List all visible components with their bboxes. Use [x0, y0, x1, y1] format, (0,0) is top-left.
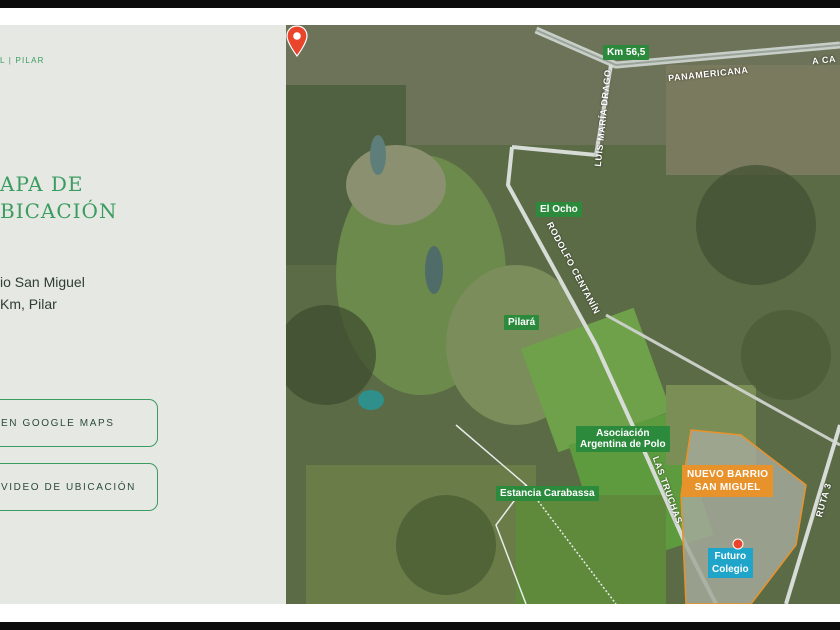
- address: io San Miguel Km, Pilar: [0, 271, 85, 315]
- colegio-marker-icon: [732, 538, 744, 550]
- label-asociacion-line-1: Asociación: [596, 428, 650, 439]
- location-pin-icon[interactable]: [286, 25, 308, 57]
- label-pilara: Pilará: [504, 315, 540, 330]
- page-title-line-1: APA DE: [0, 172, 84, 196]
- info-panel: L | PILAR APA DE BICACIÓN io San Miguel …: [0, 25, 286, 604]
- address-line-2: Km, Pilar: [0, 296, 57, 312]
- label-nuevo-barrio: NUEVO BARRIO SAN MIGUEL: [682, 465, 774, 497]
- label-km: Km 56,5: [603, 45, 650, 60]
- map-imagery: [286, 25, 840, 604]
- google-maps-button-label: EN GOOGLE MAPS: [1, 417, 115, 429]
- label-el-ocho: El Ocho: [536, 202, 582, 217]
- label-futuro-colegio: Futuro Colegio: [708, 548, 753, 578]
- location-video-button-label: VIDEO DE UBICACIÓN: [1, 481, 136, 493]
- page-title: APA DE BICACIÓN: [0, 171, 117, 225]
- label-barrio-line-2: SAN MIGUEL: [694, 482, 761, 493]
- aerial-map[interactable]: Km 56,5 PANAMERICANA A CA LUIS MARÍA DRA…: [286, 25, 840, 604]
- bottom-band: [0, 604, 840, 622]
- breadcrumb: L | PILAR: [0, 56, 45, 65]
- label-asociacion-polo: Asociación Argentina de Polo: [576, 426, 670, 452]
- label-asociacion-line-2: Argentina de Polo: [580, 439, 666, 450]
- top-frame: [0, 0, 840, 8]
- label-barrio-line-1: NUEVO BARRIO: [687, 469, 769, 480]
- label-estancia-carabassa: Estancia Carabassa: [496, 486, 599, 501]
- page-title-line-2: BICACIÓN: [0, 199, 118, 223]
- bottom-frame: [0, 622, 840, 630]
- label-colegio-line-1: Futuro: [714, 551, 747, 562]
- address-line-1: io San Miguel: [0, 274, 85, 290]
- google-maps-button[interactable]: EN GOOGLE MAPS: [0, 399, 158, 447]
- location-video-button[interactable]: VIDEO DE UBICACIÓN: [0, 463, 158, 511]
- top-band: [0, 8, 840, 25]
- label-colegio-line-2: Colegio: [712, 564, 749, 575]
